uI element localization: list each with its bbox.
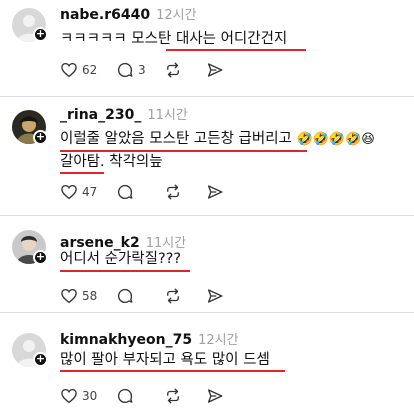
repost-button[interactable] bbox=[164, 286, 182, 306]
share-icon bbox=[207, 185, 223, 199]
thread-reply-4: + kimnakhyeon_75 12시간 많이 팔아 부자되고 욕도 많이 드셈… bbox=[0, 313, 414, 418]
like-button[interactable]: 58 bbox=[60, 286, 97, 306]
username[interactable]: nabe.r6440 bbox=[60, 7, 150, 23]
reply-icon bbox=[117, 184, 133, 200]
repost-icon bbox=[167, 62, 179, 78]
like-button[interactable]: 30 bbox=[60, 386, 97, 406]
share-icon bbox=[207, 63, 223, 77]
share-button[interactable] bbox=[206, 60, 224, 80]
reply-icon bbox=[117, 62, 133, 78]
follow-plus-icon[interactable]: + bbox=[33, 27, 48, 42]
post-text: ㅋㅋㅋㅋㅋ 모스탄 대사는 어디간건지 bbox=[60, 28, 287, 50]
share-icon bbox=[207, 289, 223, 303]
highlight-underline bbox=[60, 172, 104, 174]
like-count: 30 bbox=[82, 389, 98, 403]
reply-count: 3 bbox=[138, 63, 146, 77]
repost-button[interactable] bbox=[164, 60, 182, 80]
share-button[interactable] bbox=[206, 386, 224, 406]
like-button[interactable]: 62 bbox=[60, 60, 97, 80]
reply-button[interactable] bbox=[116, 386, 134, 406]
repost-icon bbox=[167, 288, 179, 304]
heart-icon bbox=[61, 288, 77, 304]
timestamp: 11시간 bbox=[147, 108, 188, 123]
post-text-line: 이럴줄 알았음 모스탄 고든창 급버리고 🤣🤣🤣🤣😆 bbox=[60, 131, 375, 147]
reply-icon bbox=[117, 288, 133, 304]
repost-button[interactable] bbox=[164, 182, 182, 202]
reply-button[interactable] bbox=[116, 286, 134, 306]
follow-plus-icon[interactable]: + bbox=[33, 130, 48, 145]
post-text: 많이 팔아 부자되고 욕도 많이 드셈 bbox=[60, 349, 270, 371]
like-count: 58 bbox=[82, 289, 98, 303]
emoji-string: 🤣🤣🤣🤣😆 bbox=[296, 132, 375, 147]
like-count: 47 bbox=[82, 185, 98, 199]
follow-plus-icon[interactable]: + bbox=[33, 352, 48, 367]
highlight-underline bbox=[60, 150, 307, 152]
post-header: nabe.r6440 12시간 bbox=[60, 4, 197, 23]
timestamp: 12시간 bbox=[156, 8, 197, 23]
post-text-line: ㅋㅋㅋㅋㅋ 모스탄 대사는 어디간건지 bbox=[60, 31, 288, 47]
post-header: _rina_230_ 11시간 bbox=[60, 104, 188, 123]
timestamp: 12시간 bbox=[198, 333, 239, 348]
share-button[interactable] bbox=[206, 286, 224, 306]
reply-button[interactable] bbox=[116, 182, 134, 202]
repost-button[interactable] bbox=[164, 386, 182, 406]
thread-reply-1: + nabe.r6440 12시간 ㅋㅋㅋㅋㅋ 모스탄 대사는 어디간건지 62 … bbox=[0, 0, 414, 96]
highlight-underline bbox=[60, 370, 285, 372]
heart-icon bbox=[61, 184, 77, 200]
post-header: kimnakhyeon_75 12시간 bbox=[60, 329, 239, 348]
repost-icon bbox=[167, 184, 179, 200]
share-icon bbox=[207, 389, 223, 403]
like-count: 62 bbox=[82, 63, 98, 77]
thread-reply-2: + _rina_230_ 11시간 이럴줄 알았음 모스탄 고든창 급버리고 🤣🤣… bbox=[0, 97, 414, 215]
username[interactable]: _rina_230_ bbox=[60, 107, 141, 123]
reply-button[interactable]: 3 bbox=[116, 60, 146, 80]
share-button[interactable] bbox=[206, 182, 224, 202]
reply-icon bbox=[117, 388, 133, 404]
highlight-underline bbox=[60, 270, 190, 272]
heart-icon bbox=[61, 62, 77, 78]
follow-plus-icon[interactable]: + bbox=[33, 250, 48, 265]
post-text-line: 갈아탐. 착각의늪 bbox=[60, 154, 163, 170]
post-text-line: 많이 팔아 부자되고 욕도 많이 드셈 bbox=[60, 352, 270, 368]
like-button[interactable]: 47 bbox=[60, 182, 97, 202]
thread-reply-3: + arsene_k2 11시간 어디서 순가락질??? 58 bbox=[0, 216, 414, 312]
highlight-underline bbox=[166, 49, 306, 51]
username[interactable]: kimnakhyeon_75 bbox=[60, 332, 192, 348]
repost-icon bbox=[167, 388, 179, 404]
heart-icon bbox=[61, 388, 77, 404]
post-text: 어디서 순가락질??? bbox=[60, 248, 181, 270]
post-text-line: 어디서 순가락질??? bbox=[60, 251, 182, 267]
